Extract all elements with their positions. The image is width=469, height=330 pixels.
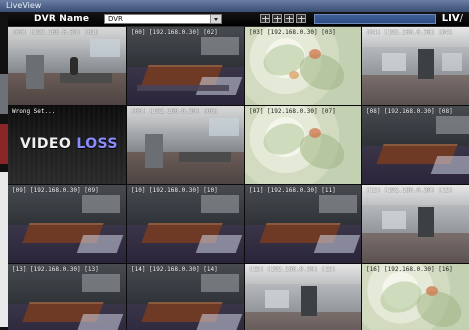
video-loss-word-video: VIDEO — [20, 136, 72, 152]
scene-light — [195, 235, 243, 253]
scene-desk — [60, 73, 112, 83]
camera-caption: [13] [192.168.0.30] [13] — [12, 266, 99, 273]
camera-tile[interactable]: [12] [192.168.0.30] [12] — [362, 185, 469, 263]
camera-caption: [00] [192.168.0.30] [01] — [12, 29, 99, 36]
scene-light — [430, 156, 469, 174]
dvr-live-view-window: LiveView s DVR Name DVR LIV/ [00] [192.1… — [0, 0, 469, 330]
camera-tile[interactable]: [00] [192.168.0.30] [01] — [8, 27, 126, 105]
scene-cabinet — [145, 134, 163, 168]
scene-light — [76, 235, 124, 253]
scene-window-blind — [82, 195, 120, 213]
layout-3x3-button[interactable] — [284, 14, 294, 23]
window-title: LiveView — [6, 1, 42, 10]
scene-haze — [245, 106, 361, 184]
scene-window — [90, 39, 120, 57]
scene-window-blind — [201, 37, 239, 55]
scene-light — [195, 314, 243, 330]
camera-tile[interactable]: [15] [192.168.0.30] [15] — [245, 264, 361, 330]
scene-window-blind — [319, 195, 357, 213]
scene-panel — [265, 290, 289, 308]
scene-panel — [442, 53, 462, 71]
chevron-down-icon[interactable] — [210, 15, 221, 23]
scene-window-blind — [436, 116, 469, 134]
video-loss-word-loss: LOSS — [76, 136, 118, 152]
scene-desk — [179, 152, 231, 162]
camera-tile[interactable]: [09] [192.168.0.30] [09] — [8, 185, 126, 263]
scene-panel — [382, 53, 406, 71]
camera-tile[interactable]: [08] [192.168.0.30] [08] — [362, 106, 469, 184]
scene-person — [70, 57, 78, 75]
camera-caption: [00] [192.168.0.30] [02] — [131, 29, 218, 36]
scene-light — [76, 314, 124, 330]
camera-tile[interactable]: [10] [192.168.0.30] [10] — [127, 185, 244, 263]
camera-tile[interactable]: [06] [192.168.0.30] [06] — [127, 106, 244, 184]
dvr-select-value: DVR — [108, 15, 123, 23]
scene-door — [418, 49, 434, 79]
camera-caption: [04] [192.168.0.30] [04] — [366, 29, 453, 36]
top-toolbar: DVR Name DVR LIV/ — [8, 12, 469, 27]
scene-wall — [362, 205, 469, 235]
scene-floor — [362, 233, 469, 263]
video-loss-label: VIDEO LOSS — [20, 136, 118, 152]
layout-2x2-button[interactable] — [272, 14, 282, 23]
camera-caption: [06] [192.168.0.30] [06] — [131, 108, 218, 115]
layout-4x4-button[interactable] — [296, 14, 306, 23]
left-panel-section — [0, 74, 8, 114]
scene-panel — [382, 211, 406, 229]
window-title-bar: LiveView — [0, 0, 469, 12]
scene-light — [313, 235, 361, 253]
scene-cabinet — [26, 55, 44, 89]
left-side-panel-edge: s — [0, 12, 8, 327]
dvr-name-label: DVR Name — [34, 14, 90, 24]
left-panel-label: s — [0, 167, 4, 174]
scene-door — [418, 207, 434, 237]
scene-window-blind — [201, 195, 239, 213]
scene-door — [301, 286, 317, 316]
camera-tile[interactable]: [04] [192.168.0.30] [04] — [362, 27, 469, 105]
layout-1x1-button[interactable] — [260, 14, 270, 23]
scene-chairs — [137, 85, 229, 91]
camera-tile[interactable]: [03] [192.168.0.30] [03] — [245, 27, 361, 105]
camera-tile[interactable]: [00] [192.168.0.30] [02] — [127, 27, 244, 105]
scene-floor — [362, 75, 469, 105]
camera-caption: [03] [192.168.0.30] [03] — [249, 29, 336, 36]
camera-caption: [15] [192.168.0.30] [15] — [249, 266, 336, 273]
camera-tile[interactable]: [13] [192.168.0.30] [13] — [8, 264, 126, 330]
brand-logo: LIV/ — [442, 13, 463, 24]
camera-caption: [08] [192.168.0.30] [08] — [366, 108, 453, 115]
scene-window-blind — [82, 274, 120, 292]
scene-window-blind — [201, 274, 239, 292]
brand-logo-text: LIV — [441, 13, 460, 24]
dvr-select[interactable]: DVR — [104, 14, 222, 24]
camera-caption: [11] [192.168.0.30] [11] — [249, 187, 336, 194]
camera-caption: [10] [192.168.0.30] [10] — [131, 187, 218, 194]
scene-haze — [245, 27, 361, 105]
camera-caption: Wrong Set... — [12, 108, 56, 115]
camera-caption: [07] [192.168.0.30] [07] — [249, 108, 336, 115]
camera-tile[interactable]: [16] [192.168.0.30] [16] — [362, 264, 469, 330]
brand-logo-suffix: / — [459, 13, 463, 24]
camera-caption: [09] [192.168.0.30] [09] — [12, 187, 99, 194]
camera-caption: [12] [192.168.0.30] [12] — [366, 187, 453, 194]
camera-tile[interactable]: [07] [192.168.0.30] [07] — [245, 106, 361, 184]
camera-caption: [16] [192.168.0.30] [16] — [366, 266, 453, 273]
status-bar — [314, 14, 436, 24]
camera-grid: [00] [192.168.0.30] [01] [00] [192.168.0… — [8, 27, 469, 330]
camera-tile-video-loss[interactable]: Wrong Set... VIDEO LOSS — [8, 106, 126, 184]
camera-caption: [14] [192.168.0.30] [14] — [131, 266, 218, 273]
camera-tile[interactable]: [11] [192.168.0.30] [11] — [245, 185, 361, 263]
left-panel-highlight — [0, 124, 8, 164]
camera-tile[interactable]: [14] [192.168.0.30] [14] — [127, 264, 244, 330]
left-panel-list — [0, 172, 8, 327]
scene-window — [209, 118, 239, 136]
